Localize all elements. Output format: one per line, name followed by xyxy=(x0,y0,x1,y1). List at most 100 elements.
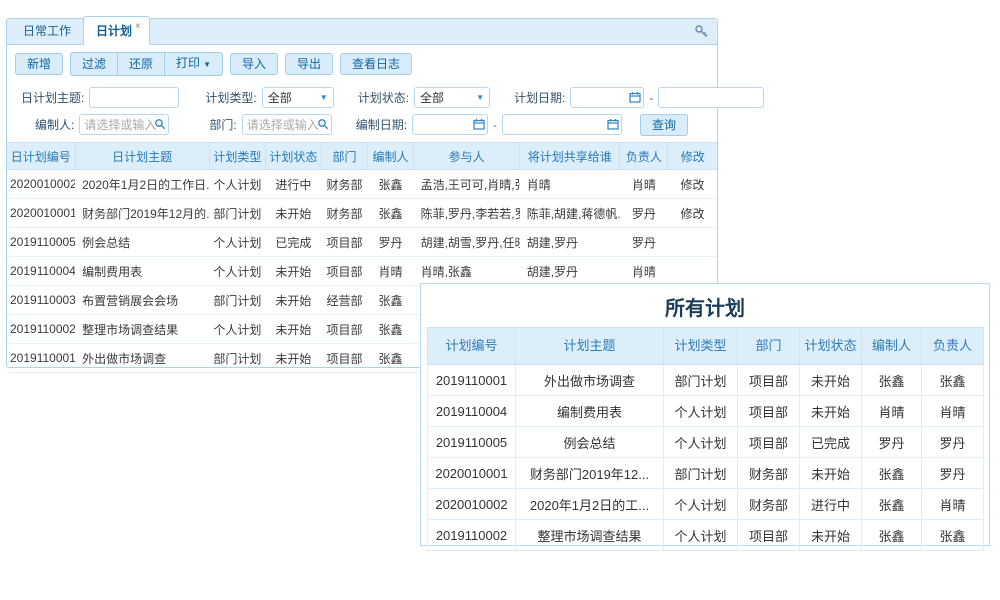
table-cell: 布置营销展会会场 xyxy=(75,286,209,315)
table-cell: 例会总结 xyxy=(516,427,664,458)
table-cell[interactable]: 2019110001 xyxy=(7,344,75,373)
table-row[interactable]: 2020010001财务部门2019年12月的...部门计划未开始财务部张鑫陈菲… xyxy=(7,199,717,228)
restore-button[interactable]: 还原 xyxy=(117,52,165,76)
status-select[interactable]: 全部 ▼ xyxy=(414,87,490,108)
filter-button[interactable]: 过滤 xyxy=(70,52,118,76)
column-header: 编制人 xyxy=(862,328,922,365)
table-cell: 项目部 xyxy=(738,427,800,458)
table-cell: 张鑫 xyxy=(862,520,922,551)
column-header[interactable]: 日计划主题 xyxy=(75,143,209,170)
subject-input[interactable] xyxy=(89,87,179,108)
table-cell: 张鑫 xyxy=(368,170,414,199)
column-header[interactable]: 编制人 xyxy=(368,143,414,170)
table-cell: 张鑫 xyxy=(368,199,414,228)
column-header: 计划编号 xyxy=(428,328,516,365)
table-header-row: 计划编号计划主题计划类型部门计划状态编制人负责人 xyxy=(428,328,984,365)
tab-daily-plan[interactable]: 日计划 × xyxy=(83,16,150,45)
table-cell: 部门计划 xyxy=(209,286,265,315)
table-cell[interactable]: 修改 xyxy=(668,199,717,228)
type-select[interactable]: 全部 ▼ xyxy=(262,87,334,108)
print-button[interactable]: 打印▼ xyxy=(164,52,223,76)
all-plans-panel: 所有计划 计划编号计划主题计划类型部门计划状态编制人负责人 2019110001… xyxy=(420,283,990,546)
table-cell xyxy=(668,257,717,286)
column-header[interactable]: 参与人 xyxy=(414,143,520,170)
table-row[interactable]: 2020010001财务部门2019年12...部门计划财务部未开始张鑫罗丹 xyxy=(428,458,984,489)
filter-button-group: 过滤 还原 打印▼ xyxy=(70,52,223,76)
key-icon[interactable] xyxy=(694,24,709,39)
table-cell: 项目部 xyxy=(321,228,367,257)
status-label: 计划状态: xyxy=(358,89,409,106)
query-button[interactable]: 查询 xyxy=(640,114,688,136)
import-button[interactable]: 导入 xyxy=(230,53,278,75)
calendar-icon[interactable] xyxy=(473,118,485,130)
column-header[interactable]: 将计划共享给谁 xyxy=(520,143,620,170)
calendar-icon[interactable] xyxy=(629,91,641,103)
table-cell: 肖晴 xyxy=(520,170,620,199)
table-cell[interactable]: 2019110005 xyxy=(7,228,75,257)
table-cell[interactable]: 2019110003 xyxy=(7,286,75,315)
table-row[interactable]: 2019110002整理市场调查结果个人计划项目部未开始张鑫张鑫 xyxy=(428,520,984,551)
table-cell: 肖晴 xyxy=(922,396,984,427)
export-button[interactable]: 导出 xyxy=(285,53,333,75)
table-row[interactable]: 2019110004编制费用表个人计划项目部未开始肖晴肖晴 xyxy=(428,396,984,427)
table-cell: 财务部 xyxy=(321,170,367,199)
column-header[interactable]: 日计划编号 xyxy=(7,143,75,170)
column-header[interactable]: 负责人 xyxy=(620,143,668,170)
column-header: 计划状态 xyxy=(800,328,862,365)
view-log-button[interactable]: 查看日志 xyxy=(340,53,412,75)
table-cell: 未开始 xyxy=(800,520,862,551)
table-cell: 经营部 xyxy=(321,286,367,315)
table-row[interactable]: 2019110001外出做市场调查部门计划项目部未开始张鑫张鑫 xyxy=(428,365,984,396)
plan-date-to-input[interactable] xyxy=(658,87,764,108)
compile-date-to-input[interactable] xyxy=(502,114,622,135)
table-cell: 2020010002 xyxy=(428,489,516,520)
table-row[interactable]: 2019110004编制费用表个人计划未开始项目部肖晴肖晴,张鑫胡建,罗丹肖晴 xyxy=(7,257,717,286)
table-cell[interactable]: 修改 xyxy=(668,170,717,199)
table-cell[interactable]: 2019110002 xyxy=(7,315,75,344)
table-cell: 个人计划 xyxy=(209,228,265,257)
table-cell: 肖晴 xyxy=(922,489,984,520)
filter-row-2: 编制人: 部门: xyxy=(15,111,709,138)
status-select-value: 全部 xyxy=(420,89,444,106)
new-button[interactable]: 新增 xyxy=(15,53,63,75)
table-cell: 整理市场调查结果 xyxy=(516,520,664,551)
table-cell: 未开始 xyxy=(265,315,321,344)
column-header[interactable]: 修改 xyxy=(668,143,717,170)
table-cell: 财务部 xyxy=(738,489,800,520)
toolbar: 新增 过滤 还原 打印▼ 导入 导出 查看日志 xyxy=(7,45,717,82)
table-cell[interactable]: 2019110004 xyxy=(7,257,75,286)
table-cell: 进行中 xyxy=(800,489,862,520)
column-header[interactable]: 部门 xyxy=(321,143,367,170)
table-cell: 部门计划 xyxy=(664,365,738,396)
table-cell[interactable]: 2020010002 xyxy=(7,170,75,199)
tab-daily-work[interactable]: 日常工作 xyxy=(11,17,83,44)
table-cell: 项目部 xyxy=(738,365,800,396)
table-cell: 部门计划 xyxy=(209,199,265,228)
table-cell: 未开始 xyxy=(265,286,321,315)
table-cell xyxy=(668,228,717,257)
column-header[interactable]: 计划类型 xyxy=(209,143,265,170)
table-cell: 未开始 xyxy=(800,396,862,427)
search-icon[interactable] xyxy=(317,118,329,130)
table-row[interactable]: 20200100022020年1月2日的工作日...个人计划进行中财务部张鑫孟浩… xyxy=(7,170,717,199)
column-header: 部门 xyxy=(738,328,800,365)
close-icon[interactable]: × xyxy=(135,22,141,32)
table-cell[interactable]: 2020010001 xyxy=(7,199,75,228)
table-cell: 外出做市场调查 xyxy=(516,365,664,396)
column-header[interactable]: 计划状态 xyxy=(265,143,321,170)
table-cell: 整理市场调查结果 xyxy=(75,315,209,344)
table-row[interactable]: 2019110005例会总结个人计划已完成项目部罗丹胡建,胡雪,罗丹,任晓...… xyxy=(7,228,717,257)
table-cell: 2019110005 xyxy=(428,427,516,458)
subject-label: 日计划主题: xyxy=(21,89,84,106)
search-icon[interactable] xyxy=(154,118,166,130)
table-cell: 财务部 xyxy=(738,458,800,489)
table-cell: 罗丹 xyxy=(862,427,922,458)
table-cell: 肖晴 xyxy=(368,257,414,286)
table-row[interactable]: 20200100022020年1月2日的工...个人计划财务部进行中张鑫肖晴 xyxy=(428,489,984,520)
table-cell: 项目部 xyxy=(738,520,800,551)
all-plans-table: 计划编号计划主题计划类型部门计划状态编制人负责人 2019110001外出做市场… xyxy=(427,327,984,551)
calendar-icon[interactable] xyxy=(607,118,619,130)
table-cell: 肖晴 xyxy=(620,170,668,199)
table-row[interactable]: 2019110005例会总结个人计划项目部已完成罗丹罗丹 xyxy=(428,427,984,458)
table-cell: 个人计划 xyxy=(664,427,738,458)
